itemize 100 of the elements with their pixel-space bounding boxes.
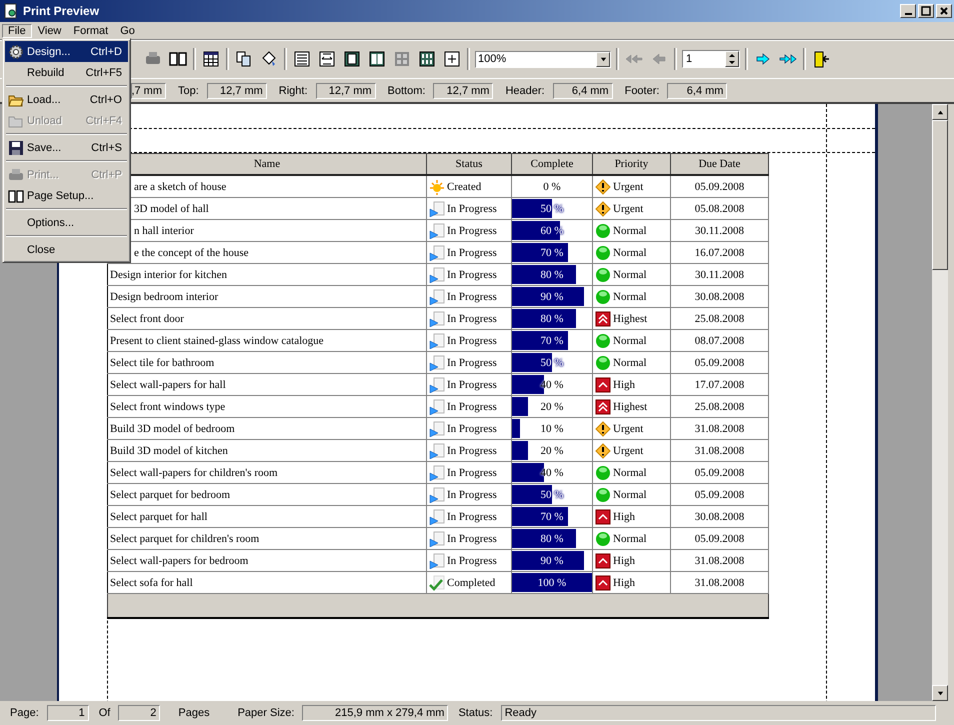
grid-icon[interactable] (201, 49, 221, 69)
status-text: Created (447, 180, 482, 192)
percent-label: 80 % (540, 268, 564, 280)
menu-item[interactable]: Format (67, 24, 114, 38)
page-play-icon (429, 310, 445, 326)
gear-icon (8, 44, 24, 60)
status-text: In Progress (447, 202, 497, 214)
table-cell: Select wall-papers for hall (110, 378, 226, 390)
table-cell: Build 3D model of bedroom (110, 422, 235, 434)
percent-label: 90 % (540, 554, 564, 566)
warning-icon (595, 442, 611, 458)
page-play-icon (429, 200, 445, 216)
table-cell: Select front door (110, 312, 184, 324)
margin-field[interactable]: 12,7 mm (316, 82, 376, 98)
margin-field[interactable]: ,7 mm (131, 82, 166, 98)
status-label: Page: (10, 707, 39, 719)
double-chevron-icon (595, 310, 611, 326)
page-number-field: 1 (46, 705, 89, 721)
ball-icon (595, 244, 611, 260)
table-cell: Present to client stained-glass window catalogue (110, 334, 324, 346)
column-header: Priority (592, 154, 670, 175)
menu-item[interactable]: Design... Ctrl+D (5, 41, 128, 62)
status-text: Completed (447, 576, 496, 588)
page-play-icon (429, 266, 445, 282)
percent-label: 10 % (540, 422, 564, 434)
table-cell: 30.08.2008 (694, 290, 744, 302)
status-text: In Progress (447, 290, 497, 302)
double-chevron-icon (595, 398, 611, 414)
menu-item[interactable]: Page Setup... (5, 185, 128, 206)
status-text: In Progress (447, 356, 497, 368)
status-label: Of (98, 707, 110, 719)
down-arrow-icon[interactable] (936, 690, 944, 696)
table-cell: 25.08.2008 (694, 312, 744, 324)
vertical-scrollbar[interactable] (932, 104, 948, 701)
percent-label: 90 % (540, 290, 564, 302)
table-cell: 08.07.2008 (694, 334, 744, 346)
menu-item[interactable]: View (32, 24, 68, 38)
ball-icon (595, 222, 611, 238)
window-title: Print Preview (23, 4, 100, 18)
page-play-icon (429, 398, 445, 414)
table-cell: 05.08.2008 (694, 202, 744, 214)
table-cell: Build 3D model of kitchen (110, 444, 228, 456)
chevron-icon (595, 376, 611, 392)
menu-item[interactable]: Close (5, 239, 128, 260)
status-text: In Progress (447, 400, 497, 412)
menu-item[interactable]: Load... Ctrl+O (5, 89, 128, 110)
column-header: Status (426, 154, 512, 175)
page-icon[interactable] (342, 49, 362, 69)
menu-item[interactable]: Go (114, 24, 141, 38)
margin-label: Top: (178, 84, 199, 96)
page-play-icon (429, 464, 445, 480)
minimize-button[interactable] (900, 4, 916, 18)
margin-field[interactable]: 12,7 mm (433, 82, 494, 98)
menu-item[interactable]: Options... (5, 212, 128, 233)
lines-icon[interactable] (292, 49, 312, 69)
margin-field[interactable]: 6,4 mm (552, 82, 613, 98)
maximize-button[interactable] (918, 4, 934, 18)
priority-text: Highest (613, 312, 648, 324)
priority-text: Normal (613, 488, 647, 500)
table-cell: 16.07.2008 (694, 246, 744, 258)
up-arrow-icon[interactable] (936, 108, 944, 116)
margin-field[interactable]: 6,4 mm (667, 82, 728, 98)
table-cell: e the concept of the house (134, 246, 249, 258)
menu-item[interactable]: Save... Ctrl+S (5, 137, 128, 158)
table-cell: Select tile for bathroom (110, 356, 214, 368)
status-text: In Progress (447, 488, 497, 500)
close-button[interactable] (936, 4, 952, 18)
many-pages-icon[interactable] (417, 49, 437, 69)
menu-item[interactable]: Rebuild Ctrl+F5 (5, 62, 128, 83)
table-cell: 25.08.2008 (694, 400, 744, 412)
page-play-icon (429, 332, 445, 348)
paper-size-field: 215,9 mm x 279,4 mm (302, 705, 448, 721)
warning-icon (595, 178, 611, 194)
margin-field[interactable]: 12,7 mm (206, 82, 267, 98)
table-cell: 05.09.2008 (694, 180, 744, 192)
column-header: Due Date (670, 154, 768, 175)
page-width-icon[interactable] (317, 49, 337, 69)
zoom-dropdown[interactable]: 100% (475, 50, 611, 68)
table-cell: 31.08.2008 (694, 554, 744, 566)
page-spinner[interactable]: 1 (682, 50, 740, 68)
margin-label: Footer: (624, 84, 660, 96)
priority-text: High (613, 510, 635, 522)
page-play-icon (429, 376, 445, 392)
priority-text: High (613, 378, 635, 390)
warning-icon (595, 420, 611, 436)
page-play-icon (429, 530, 445, 546)
ball-icon (595, 354, 611, 370)
percent-label: 20 % (540, 400, 564, 412)
printer-icon (8, 166, 24, 182)
table-cell: 31.08.2008 (694, 422, 744, 434)
fit-pages-icon[interactable] (442, 49, 462, 69)
page-play-icon (429, 442, 445, 458)
table-cell: Select wall-papers for bedroom (110, 554, 248, 566)
table-cell: Select wall-papers for children's room (110, 466, 278, 478)
menu-item[interactable]: File (2, 24, 32, 38)
page-count-field: 2 (118, 705, 160, 721)
two-pages-icon[interactable] (367, 49, 387, 69)
ball-icon (595, 486, 611, 502)
table-cell: 30.08.2008 (694, 510, 744, 522)
priority-text: Normal (613, 466, 647, 478)
